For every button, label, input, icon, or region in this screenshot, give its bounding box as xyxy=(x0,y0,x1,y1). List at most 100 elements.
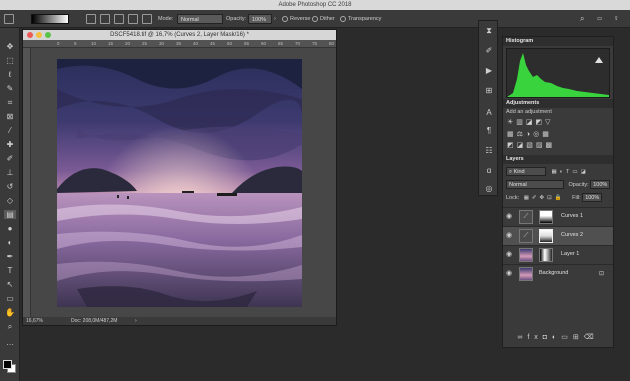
clone-stamp-tool-icon[interactable]: ⊥ xyxy=(4,168,16,177)
mode-label: Mode: xyxy=(158,16,174,22)
link-layers-icon[interactable]: ∞ xyxy=(517,334,527,341)
angle-gradient-icon[interactable] xyxy=(114,14,124,24)
foreground-color-swatch[interactable] xyxy=(3,360,12,369)
new-layer-icon[interactable]: ⊞ xyxy=(573,334,584,341)
layer-thumbnail[interactable] xyxy=(519,248,533,262)
tool-preset-icon[interactable] xyxy=(4,14,14,24)
libraries-panel-icon[interactable]: ☷ xyxy=(483,145,495,157)
eraser-tool-icon[interactable]: ◇ xyxy=(4,196,16,205)
layer-name[interactable]: Curves 2 xyxy=(561,232,583,238)
healing-brush-tool-icon[interactable]: ✚ xyxy=(4,140,16,149)
diamond-gradient-icon[interactable] xyxy=(142,14,152,24)
new-group-icon[interactable]: ▭ xyxy=(561,334,573,341)
layer-opacity-input[interactable]: 100% xyxy=(590,180,611,190)
brush-settings-panel-icon[interactable]: ✐ xyxy=(483,45,495,57)
horizontal-ruler[interactable]: 0 5 10 15 20 25 30 35 40 45 50 55 60 65 70 75 80 xyxy=(23,40,336,48)
layers-panel-tab[interactable]: Layers xyxy=(503,155,613,164)
status-menu-chevron-icon[interactable]: › xyxy=(135,317,137,325)
quick-select-tool-icon[interactable]: ✎ xyxy=(4,84,16,93)
lasso-tool-icon[interactable]: ℓ xyxy=(4,70,16,79)
histogram-panel-tab[interactable]: Histogram xyxy=(503,37,613,46)
character-panel-icon[interactable]: A xyxy=(483,107,495,119)
layer-mask-thumbnail[interactable] xyxy=(539,229,553,243)
gradient-tool-icon[interactable]: ▤ xyxy=(4,210,16,219)
opacity-chevron-icon[interactable]: › xyxy=(274,14,276,24)
marquee-tool-icon[interactable]: ⬚ xyxy=(4,56,16,65)
dodge-tool-icon[interactable]: ◐ xyxy=(4,238,16,247)
add-mask-icon[interactable]: ◘ xyxy=(543,334,552,341)
layer-name[interactable]: Layer 1 xyxy=(561,251,579,257)
dither-checkbox[interactable] xyxy=(312,16,318,22)
collapsed-panels-strip: ⧗ ✐ ▶ ⊞ A ¶ ☷ ɑ ◎ xyxy=(478,20,498,196)
move-tool-icon[interactable]: ✥ xyxy=(4,42,16,51)
linear-gradient-icon[interactable] xyxy=(86,14,96,24)
path-selection-tool-icon[interactable]: ↖ xyxy=(4,280,16,289)
document-tab[interactable]: DSCF5418.tif @ 16,7% (Curves 2, Layer Ma… xyxy=(23,30,336,40)
reverse-checkbox[interactable] xyxy=(282,16,288,22)
layer-row-curves-2[interactable]: ◉ ⟋ Curves 2 xyxy=(503,226,613,245)
canvas-area[interactable] xyxy=(31,48,336,317)
channels-panel-icon[interactable]: ◎ xyxy=(483,183,495,195)
brush-tool-icon[interactable]: ✐ xyxy=(4,154,16,163)
minimize-window-button[interactable] xyxy=(36,32,42,38)
maximize-window-button[interactable] xyxy=(45,32,51,38)
fill-input[interactable]: 100% xyxy=(582,193,603,203)
ruler-tick-label: 70 xyxy=(295,41,301,46)
vertical-ruler[interactable] xyxy=(23,48,31,317)
glyphs-panel-icon[interactable]: ɑ xyxy=(483,165,495,177)
eyedropper-tool-icon[interactable]: ⁄ xyxy=(4,126,16,135)
lock-icons[interactable]: ▦✐✥⊡🔒 xyxy=(524,195,565,201)
reflected-gradient-icon[interactable] xyxy=(128,14,138,24)
transparency-checkbox[interactable] xyxy=(340,16,346,22)
blur-tool-icon[interactable]: ● xyxy=(4,224,16,233)
layer-thumbnail[interactable] xyxy=(519,267,533,281)
properties-panel-icon[interactable]: ⊞ xyxy=(483,85,495,97)
history-brush-tool-icon[interactable]: ↺ xyxy=(4,182,16,191)
frame-tool-icon[interactable]: ⊠ xyxy=(4,112,16,121)
search-icon[interactable]: ⌕ xyxy=(580,14,584,24)
layer-row-layer-1[interactable]: ◉ Layer 1 xyxy=(503,245,613,264)
adjustment-icons-row-1[interactable]: ☀▥◪◩▽ xyxy=(507,118,607,127)
more-tools-icon[interactable]: … xyxy=(4,338,16,347)
hand-tool-icon[interactable]: ✋ xyxy=(4,308,16,317)
opacity-input[interactable]: 100% xyxy=(248,14,272,24)
mode-select[interactable]: Normal xyxy=(177,14,223,24)
paragraph-panel-icon[interactable]: ¶ xyxy=(483,125,495,137)
pen-tool-icon[interactable]: ✒ xyxy=(4,252,16,261)
delete-layer-icon[interactable]: ⌫ xyxy=(584,334,599,341)
filter-kind-select[interactable]: ⌕ Kind xyxy=(506,167,546,177)
visibility-eye-icon[interactable]: ◉ xyxy=(506,270,514,278)
workspace-icon[interactable]: ▭ xyxy=(597,14,602,24)
document-size[interactable]: Doc: 208,0M/487,2M xyxy=(71,317,117,325)
fx-icon[interactable]: fx xyxy=(527,334,542,341)
filter-type-icons[interactable]: ▦◐T▭◪ xyxy=(552,169,589,175)
rectangle-tool-icon[interactable]: ▭ xyxy=(4,294,16,303)
ruler-tick-label: 55 xyxy=(244,41,250,46)
layer-row-curves-1[interactable]: ◉ ⟋ Curves 1 xyxy=(503,207,613,226)
zoom-level[interactable]: 16,67% xyxy=(26,317,43,325)
layer-name[interactable]: Curves 1 xyxy=(561,213,583,219)
actions-panel-icon[interactable]: ▶ xyxy=(483,65,495,77)
layer-name[interactable]: Background xyxy=(539,270,568,276)
adjustment-icons-row-3[interactable]: ◩◪▧▨▩ xyxy=(507,141,607,150)
layer-mask-thumbnail[interactable] xyxy=(539,248,553,262)
zoom-tool-icon[interactable]: ⌕ xyxy=(4,322,16,331)
share-icon[interactable]: ⇪ xyxy=(614,14,619,24)
gradient-picker[interactable] xyxy=(31,14,69,24)
visibility-eye-icon[interactable]: ◉ xyxy=(506,232,514,240)
adjustment-icons-row-2[interactable]: ▦⚖◑◎▦ xyxy=(507,130,607,139)
dither-label: Dither xyxy=(320,16,335,22)
history-panel-icon[interactable]: ⧗ xyxy=(483,25,495,37)
close-window-button[interactable] xyxy=(27,32,33,38)
radial-gradient-icon[interactable] xyxy=(100,14,110,24)
visibility-eye-icon[interactable]: ◉ xyxy=(506,213,514,221)
type-tool-icon[interactable]: T xyxy=(4,266,16,275)
crop-tool-icon[interactable]: ⌗ xyxy=(4,98,16,107)
new-adjustment-icon[interactable]: ◐ xyxy=(552,334,561,341)
blend-mode-select[interactable]: Normal xyxy=(506,180,564,190)
photo-image[interactable] xyxy=(57,59,302,307)
visibility-eye-icon[interactable]: ◉ xyxy=(506,251,514,259)
layer-mask-thumbnail[interactable] xyxy=(539,210,553,224)
layer-row-background[interactable]: ◉ Background ⊡ xyxy=(503,264,613,283)
transparency-label: Transparency xyxy=(348,16,382,22)
